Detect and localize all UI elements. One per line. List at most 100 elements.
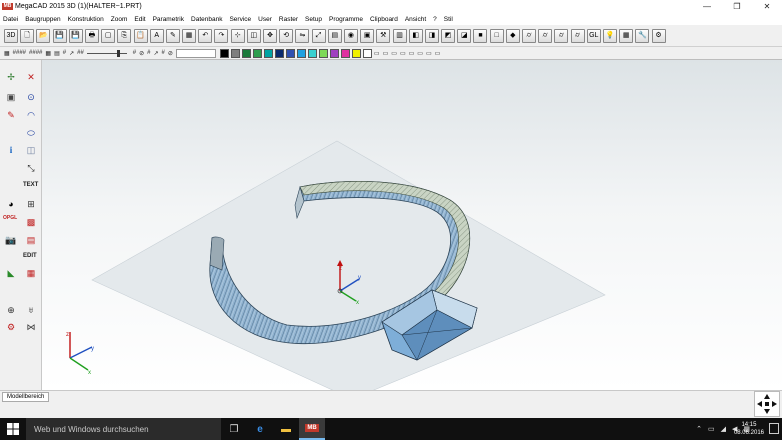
menu-item-programme[interactable]: Programme: [329, 16, 363, 23]
shade-icon[interactable]: ◕: [4, 197, 18, 211]
cube-wire-icon[interactable]: □: [489, 28, 504, 43]
save-icon[interactable]: 💾: [52, 28, 67, 43]
cylinder4-icon[interactable]: ⌭: [570, 28, 585, 43]
display-option-icon-0[interactable]: ▭: [374, 50, 380, 57]
style-tool-6[interactable]: ↗: [69, 50, 74, 57]
render-icon[interactable]: ◆: [505, 28, 520, 43]
color-swatch-7[interactable]: [296, 48, 306, 58]
display-option-icon-2[interactable]: ▭: [391, 50, 397, 57]
color-swatch-9[interactable]: [318, 48, 328, 58]
axes-icon[interactable]: ⊹: [230, 28, 245, 43]
box-icon[interactable]: ◫: [246, 28, 261, 43]
cube-front-icon[interactable]: ◧: [408, 28, 423, 43]
monitor-icon[interactable]: ▣: [4, 90, 18, 104]
save-as-icon[interactable]: 💾: [68, 28, 83, 43]
3d-viewport[interactable]: z y x z y x: [42, 60, 782, 390]
layer-icon[interactable]: ▣: [360, 28, 375, 43]
edit-tool-label[interactable]: EDIT: [23, 253, 37, 259]
style-option-1[interactable]: ⊘: [139, 50, 144, 57]
view-icon[interactable]: ◉: [343, 28, 358, 43]
3d-mode-icon[interactable]: 3D: [4, 28, 18, 43]
minimize-button[interactable]: —: [692, 0, 722, 13]
menu-item-user[interactable]: User: [258, 16, 272, 23]
color-swatch-12[interactable]: [351, 48, 361, 58]
color-swatch-11[interactable]: [340, 48, 350, 58]
task-view-icon[interactable]: ❐: [221, 418, 247, 440]
arc-icon[interactable]: ◠: [24, 108, 38, 122]
tools2-icon[interactable]: 🔧: [635, 28, 650, 43]
taskbar-search-input[interactable]: Web und Windows durchsuchen: [26, 418, 221, 440]
calc-icon[interactable]: ▥: [392, 28, 407, 43]
style-option-5[interactable]: ⊘: [168, 50, 173, 57]
draw-pen-icon[interactable]: ✎: [4, 108, 18, 122]
info-icon[interactable]: i: [4, 143, 18, 157]
display-option-icon-5[interactable]: ▭: [417, 50, 423, 57]
tools-icon[interactable]: ⚒: [376, 28, 391, 43]
solid-cube-icon[interactable]: ◫: [24, 143, 38, 157]
menu-item-datei[interactable]: Datei: [3, 16, 18, 23]
line-width-slider[interactable]: [86, 49, 127, 57]
style-option-0[interactable]: #: [133, 50, 136, 56]
scale-icon[interactable]: ⤢: [311, 28, 326, 43]
style-option-4[interactable]: #: [162, 50, 165, 56]
display-option-icon-3[interactable]: ▭: [400, 50, 406, 57]
sheet-icon[interactable]: ▤: [24, 233, 38, 247]
opengl-label[interactable]: OPGL: [3, 215, 17, 221]
cube-iso-icon[interactable]: ◪: [457, 28, 472, 43]
text-tool-label[interactable]: TEXT: [23, 182, 38, 188]
menu-item-baugruppen[interactable]: Baugruppen: [25, 16, 60, 23]
line-icon[interactable]: ✕: [24, 70, 38, 84]
opengl-icon[interactable]: GL: [586, 28, 601, 43]
close-button[interactable]: ✕: [752, 0, 782, 13]
image-icon[interactable]: ▦: [24, 266, 38, 280]
style-tool-2[interactable]: ####: [29, 50, 42, 56]
menu-item-edit[interactable]: Edit: [134, 16, 145, 23]
crosshair-icon[interactable]: ⊕: [4, 303, 18, 317]
gear-icon[interactable]: ⚙: [4, 320, 18, 334]
pen-icon[interactable]: ✎: [165, 28, 180, 43]
copy-icon[interactable]: ⎘: [117, 28, 132, 43]
menu-item-raster[interactable]: Raster: [279, 16, 298, 23]
style-tool-7[interactable]: ##: [77, 50, 84, 56]
menu-item-datenbank[interactable]: Datenbank: [191, 16, 222, 23]
start-button[interactable]: [0, 418, 26, 440]
color-swatch-8[interactable]: [307, 48, 317, 58]
cube-shaded-icon[interactable]: ■: [473, 28, 488, 43]
menu-item-setup[interactable]: Setup: [305, 16, 322, 23]
color-swatch-0[interactable]: [219, 48, 229, 58]
menu-item-konstruktion[interactable]: Konstruktion: [68, 16, 104, 23]
menu-item-zoom[interactable]: Zoom: [111, 16, 128, 23]
color-swatch-6[interactable]: [285, 48, 295, 58]
display-option-icon-6[interactable]: ▭: [426, 50, 432, 57]
megacad-task-icon[interactable]: MB: [299, 418, 325, 440]
lamp-icon[interactable]: 💡: [602, 28, 617, 43]
ellipse-icon[interactable]: ⬭: [24, 126, 38, 140]
menu-item-stil[interactable]: Stil: [444, 16, 453, 23]
style-tool-4[interactable]: ▤: [54, 50, 60, 57]
color-swatch-3[interactable]: [252, 48, 262, 58]
snap-icon[interactable]: ♅: [24, 303, 38, 317]
menu-item-clipboard[interactable]: Clipboard: [370, 16, 398, 23]
style-tool-5[interactable]: #: [63, 50, 66, 56]
display-option-icon-4[interactable]: ▭: [409, 50, 415, 57]
chevron-up-icon[interactable]: ⌃: [696, 425, 702, 433]
grid-icon[interactable]: ▦: [619, 28, 634, 43]
undo-icon[interactable]: ↶: [198, 28, 213, 43]
display-option-icon-1[interactable]: ▭: [383, 50, 389, 57]
dimension-icon[interactable]: ⤡: [24, 161, 38, 175]
display-option-icon-7[interactable]: ▭: [435, 50, 441, 57]
circle-icon[interactable]: ⊙: [24, 90, 38, 104]
mirror-tool-icon[interactable]: ⋈: [24, 320, 38, 334]
cylinder-icon[interactable]: ⌭: [522, 28, 536, 43]
mirror-icon[interactable]: ⇋: [295, 28, 310, 43]
taskbar-clock[interactable]: 14:15 08.06.2016: [734, 421, 764, 437]
redraw-icon[interactable]: ▢: [101, 28, 116, 43]
hatch-tool-icon[interactable]: ⊞: [24, 197, 38, 211]
color-swatch-5[interactable]: [274, 48, 284, 58]
move-icon[interactable]: ✥: [263, 28, 277, 43]
tree-icon[interactable]: ◣: [4, 266, 18, 280]
menu-item-[interactable]: ?: [433, 16, 437, 23]
color-swatch-13[interactable]: [362, 48, 372, 58]
rotate-icon[interactable]: ⟲: [279, 28, 294, 43]
style-tool-3[interactable]: ▦: [45, 50, 51, 57]
